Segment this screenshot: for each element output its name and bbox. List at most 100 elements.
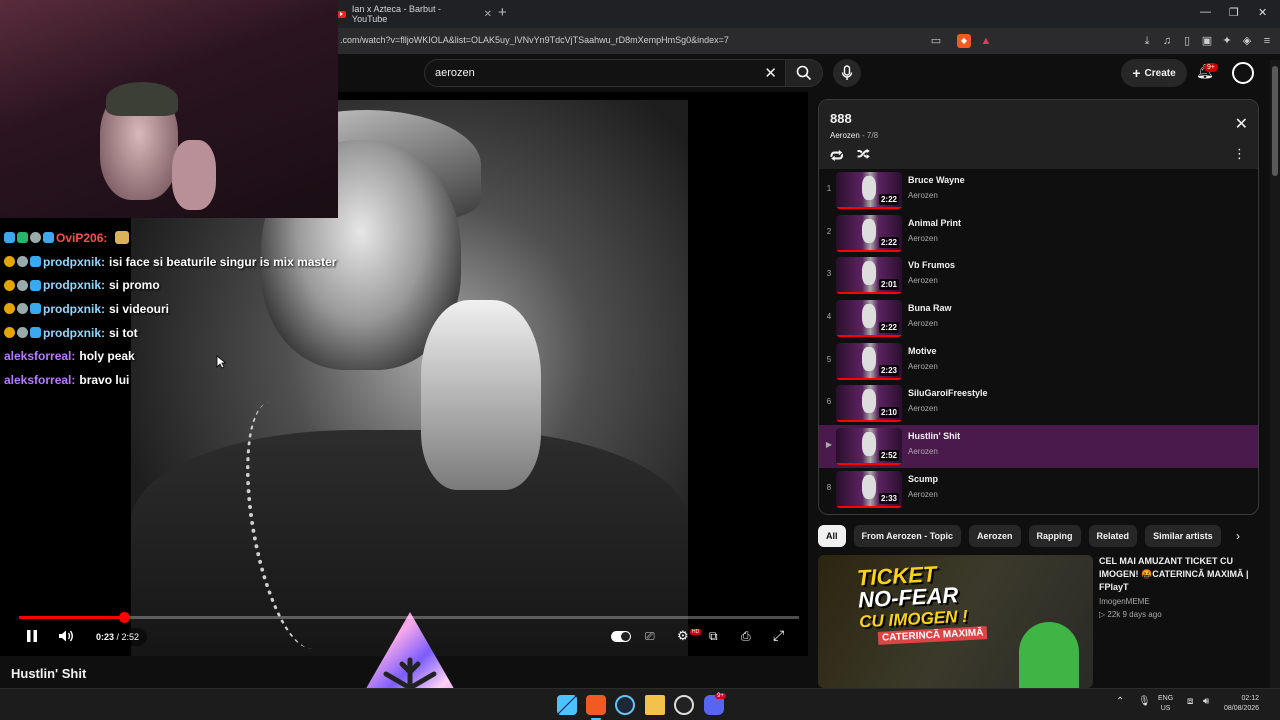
pause-button[interactable] <box>26 629 38 646</box>
playlist-item[interactable]: 5 2:23 Motive Aerozen <box>819 340 1258 383</box>
playlist-item-thumbnail[interactable]: 2:22 <box>836 214 902 252</box>
playlist-item[interactable]: 8 2:33 Scump Aerozen <box>819 468 1258 511</box>
fullscreen-icon[interactable]: ⤢ <box>773 627 784 644</box>
scrollbar-thumb[interactable] <box>1272 66 1278 176</box>
network-icon[interactable]: ⧈ <box>1187 696 1193 707</box>
obs-icon[interactable] <box>674 695 694 715</box>
playlist-item-artist[interactable]: Aerozen <box>908 447 938 456</box>
playlist-item[interactable]: 6 2:10 SiluGaroiFreestyle Aerozen <box>819 382 1258 425</box>
brave-rewards-icon[interactable]: ▲ <box>979 34 993 48</box>
playlist-item[interactable]: 1 2:22 Bruce Wayne Aerozen <box>819 169 1258 212</box>
playlist-item-thumbnail[interactable]: 2:10 <box>836 385 902 423</box>
clear-search-icon[interactable]: ✕ <box>764 64 777 82</box>
filter-chip[interactable]: Rapping <box>1028 525 1081 547</box>
language-code: ENG <box>1158 695 1174 702</box>
media-icon[interactable]: ♫ <box>1160 34 1174 48</box>
vpn-shield-icon[interactable]: ◈ <box>1240 34 1254 48</box>
leo-ai-icon[interactable]: ✦ <box>1220 34 1234 48</box>
shuffle-icon[interactable]: 🔀︎ <box>857 145 870 164</box>
playlist-item-duration: 2:22 <box>878 236 899 248</box>
account-avatar[interactable] <box>1232 62 1254 84</box>
playlist-item-thumbnail[interactable]: 2:52 <box>836 428 902 466</box>
filter-chip[interactable]: Similar artists <box>1145 525 1221 547</box>
filter-chip[interactable]: All <box>818 525 846 547</box>
search-box[interactable]: aerozen ✕ <box>424 59 786 87</box>
cast-to-tv-icon[interactable]: ⎙ <box>741 629 751 644</box>
file-explorer-icon[interactable] <box>645 695 665 715</box>
recommended-title[interactable]: CEL MAI AMUZANT TICKET CU IMOGEN! 🤬CATER… <box>1099 555 1259 594</box>
browser-tab[interactable]: Ian x Azteca - Barbut - YouTube ✕ <box>336 2 492 26</box>
language-indicator[interactable]: ENG US <box>1158 694 1173 714</box>
playlist-item[interactable]: 4 2:22 Buna Raw Aerozen <box>819 297 1258 340</box>
cast-icon[interactable]: ▭ <box>929 34 943 48</box>
autoplay-toggle[interactable] <box>611 631 631 642</box>
tab-close-icon[interactable]: ✕ <box>484 9 492 20</box>
voice-search-button[interactable] <box>833 59 861 87</box>
playlist-item[interactable]: ▶ 2:52 Hustlin' Shit Aerozen <box>819 425 1258 468</box>
clock-time: 02:12 <box>1241 695 1260 702</box>
minimize-button[interactable]: — <box>1200 6 1211 18</box>
playlist-item-artist[interactable]: Aerozen <box>908 404 938 413</box>
playlist-item-artist[interactable]: Aerozen <box>908 490 938 499</box>
settings-gear-icon[interactable]: ⚙ <box>677 628 689 644</box>
playlist-item-thumbnail[interactable]: 2:23 <box>836 342 902 380</box>
search-button[interactable] <box>785 59 823 87</box>
steam-icon[interactable] <box>615 695 635 715</box>
filter-chip[interactable]: Related <box>1088 525 1138 547</box>
maximize-button[interactable]: ❐ <box>1229 6 1239 19</box>
downloads-icon[interactable]: ⤓ <box>1140 34 1154 48</box>
recommended-channel[interactable]: ImogenMEME <box>1099 597 1150 606</box>
tray-chevron-icon[interactable]: ⌃ <box>1116 696 1124 707</box>
volume-button[interactable] <box>58 629 74 646</box>
filter-chip[interactable]: Aerozen <box>969 525 1021 547</box>
progress-fill <box>19 616 124 619</box>
progress-scrubber[interactable] <box>118 612 130 623</box>
miniplayer-icon[interactable]: ⧉ <box>709 629 718 644</box>
page-scrollbar[interactable] <box>1270 60 1280 688</box>
speaker-icon[interactable]: 🔊︎ <box>1203 696 1209 707</box>
playlist-item-index: 4 <box>826 312 832 322</box>
filter-chips: All From Aerozen - Topic Aerozen Rapping Rel… <box>818 525 1228 547</box>
microphone-tray-icon[interactable]: 🎙︎ <box>1138 696 1151 707</box>
playlist-item-index: 3 <box>826 269 832 279</box>
playlist-item-artist[interactable]: Aerozen <box>908 191 938 200</box>
new-tab-button[interactable]: + <box>498 4 507 21</box>
playlist-item-artist[interactable]: Aerozen <box>908 276 938 285</box>
loop-icon[interactable]: 🔁︎ <box>830 145 844 166</box>
close-window-button[interactable]: ✕ <box>1258 6 1267 19</box>
windows-start-icon[interactable] <box>557 695 577 715</box>
chat-text: si tot <box>109 325 138 340</box>
playlist-item-thumbnail[interactable]: 2:22 <box>836 300 902 338</box>
playlist-item-artist[interactable]: Aerozen <box>908 362 938 371</box>
menu-icon[interactable]: ≡ <box>1260 34 1274 48</box>
playlist-item-thumbnail[interactable]: 2:33 <box>836 470 902 508</box>
sidebar-icon[interactable]: ▯ <box>1180 34 1194 48</box>
clock[interactable]: 02:12 08/08/2026 <box>1224 694 1259 714</box>
playlist-item-thumbnail[interactable]: 2:22 <box>836 172 902 209</box>
chat-message: prodpxnik: isi face si beaturile singur … <box>4 250 384 274</box>
search-input[interactable]: aerozen <box>435 67 475 79</box>
chat-badge-icon <box>4 279 15 291</box>
brave-browser-icon[interactable] <box>586 695 606 715</box>
playlist-item-thumbnail[interactable]: 2:01 <box>836 257 902 295</box>
progress-bar[interactable] <box>19 612 799 623</box>
playlist-item[interactable]: 3 2:01 Vb Frumos Aerozen <box>819 254 1258 297</box>
tab-title: Ian x Azteca - Barbut - YouTube <box>351 4 441 24</box>
more-options-icon[interactable]: ⋮ <box>1233 146 1246 162</box>
recommended-thumbnail[interactable]: TICKET NO-FEAR CU IMOGEN ! CATERINCĂ MAX… <box>818 555 1093 688</box>
subtitles-icon[interactable]: ⎚ <box>645 629 655 644</box>
playlist-item-artist[interactable]: Aerozen <box>908 319 938 328</box>
chips-next-chevron-icon[interactable]: › <box>1236 529 1240 543</box>
url-field[interactable]: .com/watch?v=flljoWKIOLA&list=OLAK5uy_lV… <box>340 35 729 45</box>
playlist-artist[interactable]: Aerozen <box>830 131 860 140</box>
chat-badge-icon <box>4 232 15 244</box>
wallet-icon[interactable]: ▣ <box>1200 34 1214 48</box>
playlist-item[interactable]: 2 2:22 Animal Print Aerozen <box>819 212 1258 255</box>
brave-shields-icon[interactable]: ◆ <box>957 34 971 48</box>
playlist-title[interactable]: 888 <box>830 111 852 126</box>
close-playlist-icon[interactable]: ✕ <box>1235 114 1248 134</box>
filter-chip[interactable]: From Aerozen - Topic <box>853 525 962 547</box>
playlist-item-artist[interactable]: Aerozen <box>908 234 938 243</box>
create-button[interactable]: + Create <box>1121 59 1187 87</box>
keyboard-layout: US <box>1160 705 1171 712</box>
